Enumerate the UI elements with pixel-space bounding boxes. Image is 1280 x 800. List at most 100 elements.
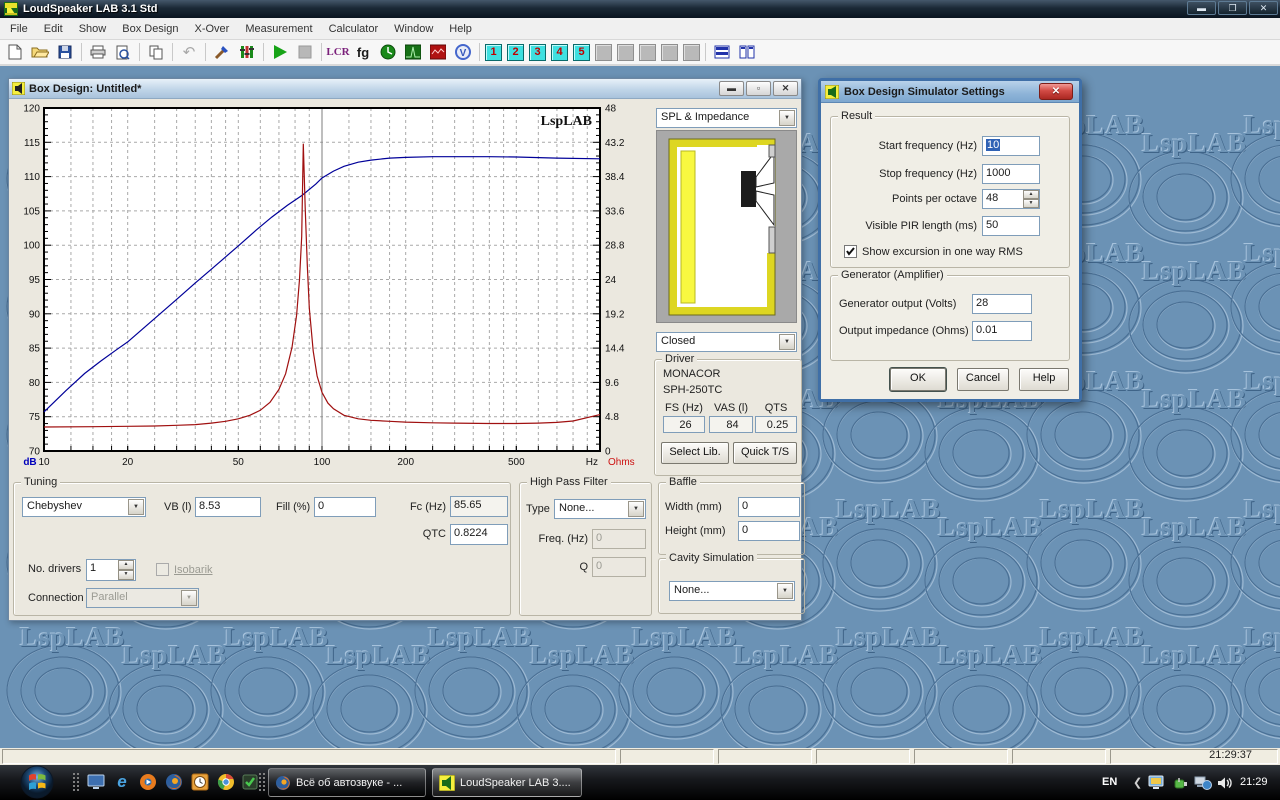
tray-volume-icon[interactable] <box>1216 774 1234 792</box>
phase-meter-button[interactable] <box>377 41 399 63</box>
visible-pir-length-field[interactable]: 50 <box>982 216 1040 236</box>
chrome-icon[interactable] <box>216 772 236 792</box>
hpf-type-selector[interactable]: None... ▼ <box>554 499 646 519</box>
points-per-octave-spinner[interactable]: ▲▼ <box>1023 190 1039 208</box>
result-group: Result Start frequency (Hz) 10 Stop freq… <box>830 116 1070 268</box>
preset-empty-button[interactable] <box>595 44 612 61</box>
internet-explorer-icon[interactable]: e <box>112 772 132 792</box>
chevron-down-icon[interactable]: ▼ <box>777 583 793 599</box>
lsplab-watermark: LspLABLspLABLspLAB <box>216 622 411 748</box>
tray-network-icon[interactable] <box>1194 774 1212 792</box>
antivirus-icon[interactable] <box>240 772 260 792</box>
print-button[interactable] <box>87 41 109 63</box>
firefox-icon[interactable] <box>164 772 184 792</box>
tray-display-icon[interactable] <box>1148 774 1166 792</box>
fg-button[interactable]: fg <box>352 41 374 63</box>
cancel-button[interactable]: Cancel <box>957 368 1009 391</box>
dialog-titlebar: Box Design Simulator Settings ✕ <box>821 81 1079 103</box>
dialog-close-button[interactable]: ✕ <box>1039 83 1073 100</box>
menu-box-design[interactable]: Box Design <box>114 20 186 38</box>
open-button[interactable] <box>29 41 51 63</box>
ok-button[interactable]: OK <box>890 368 946 391</box>
start-frequency-field[interactable]: 10 <box>982 136 1040 156</box>
no-drivers-spinner[interactable]: ▲▼ <box>118 560 134 580</box>
new-button[interactable] <box>4 41 26 63</box>
chevron-down-icon[interactable]: ▼ <box>779 334 795 350</box>
language-indicator[interactable]: EN <box>1102 776 1117 788</box>
chevron-down-icon[interactable]: ▼ <box>628 501 644 517</box>
alignment-selector[interactable]: Chebyshev ▼ <box>22 497 146 517</box>
menu-edit[interactable]: Edit <box>36 20 71 38</box>
chevron-down-icon[interactable]: ▼ <box>128 499 144 515</box>
task-button-loudspeaker-lab[interactable]: LoudSpeaker LAB 3.... <box>432 768 582 797</box>
menu-file[interactable]: File <box>2 20 36 38</box>
stop-frequency-field[interactable]: 1000 <box>982 164 1040 184</box>
preset-empty-button[interactable] <box>617 44 634 61</box>
status-section-time <box>1110 749 1278 764</box>
spectrum-button[interactable] <box>402 41 424 63</box>
close-button[interactable]: ✕ <box>1249 1 1278 15</box>
print-preview-button[interactable] <box>112 41 134 63</box>
preset-empty-button[interactable] <box>683 44 700 61</box>
lsplab-watermark: LspLABLspLABLspLAB <box>1236 494 1280 620</box>
tile-vertical-button[interactable] <box>736 41 758 63</box>
chevron-down-icon[interactable]: ▼ <box>779 110 795 126</box>
preset-2-button[interactable]: 2 <box>507 44 524 61</box>
menu-measurement[interactable]: Measurement <box>237 20 320 38</box>
undo-button[interactable]: ↶ <box>178 41 200 63</box>
baffle-width-field[interactable]: 0 <box>738 497 800 517</box>
isobarik-checkbox[interactable] <box>156 563 169 576</box>
preset-4-button[interactable]: 4 <box>551 44 568 61</box>
save-button[interactable] <box>54 41 76 63</box>
signal-button[interactable] <box>427 41 449 63</box>
output-impedance-field[interactable]: 0.01 <box>972 321 1032 341</box>
connection-selector[interactable]: Parallel ▼ <box>86 588 199 608</box>
preset-5-button[interactable]: 5 <box>573 44 590 61</box>
lcr-button[interactable]: LCR <box>327 41 349 63</box>
preset-3-button[interactable]: 3 <box>529 44 546 61</box>
tray-expand-icon[interactable]: ❮ <box>1133 776 1142 789</box>
fill-field[interactable]: 0 <box>314 497 376 517</box>
menu-calculator[interactable]: Calculator <box>321 20 387 38</box>
show-desktop-icon[interactable] <box>86 772 106 792</box>
quick-ts-button[interactable]: Quick T/S <box>733 442 797 464</box>
enclosure-type-selector[interactable]: Closed ▼ <box>656 332 797 352</box>
cavity-selector[interactable]: None... ▼ <box>669 581 795 601</box>
preset-1-button[interactable]: 1 <box>485 44 502 61</box>
show-excursion-checkbox[interactable] <box>844 245 857 258</box>
mixer-button[interactable] <box>236 41 258 63</box>
hpf-freq-field[interactable]: 0 <box>592 529 646 549</box>
child-minimize-button[interactable]: ▬ <box>719 81 744 96</box>
restore-button[interactable]: ❐ <box>1218 1 1247 15</box>
select-lib-button[interactable]: Select Lib. <box>661 442 729 464</box>
lsplab-watermark: LspLABLspLABLspLAB <box>1032 494 1227 620</box>
hpf-q-field[interactable]: 0 <box>592 557 646 577</box>
vb-field[interactable]: 8.53 <box>195 497 261 517</box>
child-close-button[interactable]: ✕ <box>773 81 798 96</box>
tray-power-icon[interactable] <box>1172 774 1190 792</box>
menu-show[interactable]: Show <box>71 20 115 38</box>
play-button[interactable] <box>269 41 291 63</box>
help-button[interactable]: Help <box>1019 368 1069 391</box>
start-button[interactable] <box>20 765 54 799</box>
v-meter-button[interactable]: V <box>452 41 474 63</box>
baffle-height-field[interactable]: 0 <box>738 521 800 541</box>
svg-text:28.8: 28.8 <box>605 241 625 252</box>
preset-empty-button[interactable] <box>639 44 656 61</box>
preset-empty-button[interactable] <box>661 44 678 61</box>
generator-output-field[interactable]: 28 <box>972 294 1032 314</box>
tile-horizontal-button[interactable] <box>711 41 733 63</box>
minimize-button[interactable]: ▬ <box>1187 1 1216 15</box>
menu-x-over[interactable]: X-Over <box>187 20 238 38</box>
stop-button[interactable] <box>294 41 316 63</box>
view-selector[interactable]: SPL & Impedance ▼ <box>656 108 797 128</box>
box-design-tool-button[interactable] <box>211 41 233 63</box>
child-restore-button[interactable]: ▫ <box>746 81 771 96</box>
media-player-icon[interactable] <box>138 772 158 792</box>
copy-button[interactable] <box>145 41 167 63</box>
taskbar-clock[interactable]: 21:29 <box>1240 776 1268 788</box>
task-button-firefox[interactable]: Всё об автозвуке - ... <box>268 768 426 797</box>
menu-window[interactable]: Window <box>386 20 441 38</box>
menu-help[interactable]: Help <box>441 20 480 38</box>
timer-app-icon[interactable] <box>190 772 210 792</box>
